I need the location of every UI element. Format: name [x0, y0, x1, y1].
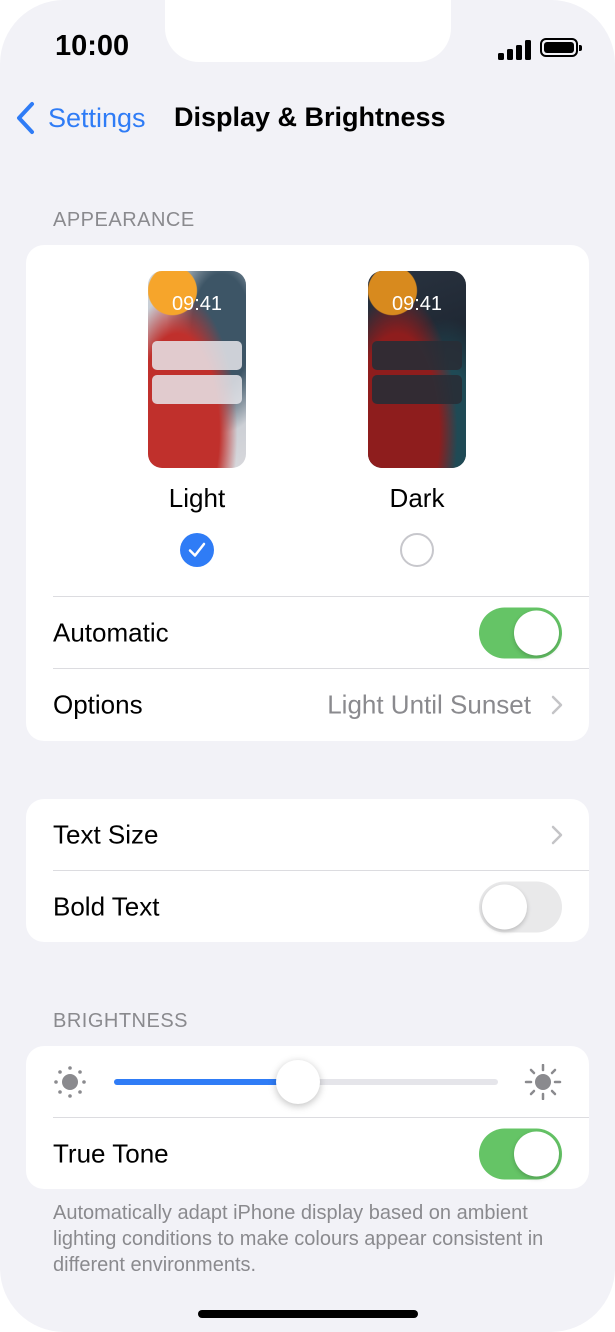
toggle-knob — [482, 884, 527, 930]
chevron-left-icon — [17, 102, 34, 134]
true-tone-row: True Tone — [26, 1118, 589, 1189]
appearance-card: 09:41 Light 09:41 Dark Automatic Options — [26, 245, 589, 741]
chevron-right-icon — [551, 825, 563, 845]
light-preview-clock: 09:41 — [171, 293, 223, 315]
status-time: 10:00 — [55, 30, 130, 62]
light-label: Light — [168, 483, 226, 513]
dark-label: Dark — [389, 483, 445, 513]
toggle-knob — [514, 610, 559, 656]
brightness-slider-row — [26, 1046, 589, 1118]
notch — [165, 0, 451, 62]
bold-text-label: Bold Text — [53, 891, 160, 922]
back-button[interactable]: Settings — [14, 100, 146, 136]
brightness-slider[interactable] — [114, 1060, 498, 1104]
true-tone-label: True Tone — [53, 1138, 169, 1169]
bold-text-row: Bold Text — [26, 871, 589, 942]
sun-large-icon — [524, 1064, 562, 1100]
true-tone-toggle[interactable] — [479, 1128, 562, 1180]
light-preview-notification — [152, 375, 242, 404]
phone-screen: 10:00 Settings Display & Brightness APPE… — [0, 0, 615, 1332]
dark-radio[interactable] — [400, 533, 434, 567]
appearance-header: APPEARANCE — [53, 209, 195, 231]
automatic-toggle[interactable] — [479, 607, 562, 659]
brightness-slider-fill — [114, 1079, 299, 1085]
automatic-row: Automatic — [26, 597, 589, 669]
signal-icon — [498, 40, 532, 60]
battery-icon — [540, 38, 582, 57]
brightness-card: True Tone — [26, 1046, 589, 1189]
checkmark-icon — [188, 542, 206, 557]
options-label: Options — [53, 689, 143, 720]
dark-preview-notification — [372, 375, 462, 404]
light-preview[interactable]: 09:41 — [148, 271, 246, 468]
toggle-knob — [514, 1131, 559, 1177]
bold-text-toggle[interactable] — [479, 881, 562, 933]
automatic-label: Automatic — [53, 617, 169, 648]
options-row[interactable]: Options Light Until Sunset — [26, 669, 589, 741]
brightness-slider-thumb[interactable] — [276, 1060, 321, 1104]
brightness-header: BRIGHTNESS — [53, 1010, 189, 1032]
text-card: Text Size Bold Text — [26, 799, 589, 942]
light-radio[interactable] — [180, 533, 214, 567]
dark-preview-clock: 09:41 — [391, 293, 443, 315]
page-title: Display & Brightness — [174, 102, 446, 132]
chevron-right-icon — [551, 695, 563, 715]
true-tone-description: Automatically adapt iPhone display based… — [53, 1202, 544, 1276]
text-size-label: Text Size — [53, 819, 159, 850]
options-value: Light Until Sunset — [327, 689, 531, 720]
dark-preview[interactable]: 09:41 — [368, 271, 466, 468]
text-size-row[interactable]: Text Size — [26, 799, 589, 871]
back-label: Settings — [48, 102, 146, 133]
sun-small-icon — [54, 1066, 86, 1098]
home-indicator[interactable] — [198, 1310, 418, 1318]
light-preview-notification — [152, 341, 242, 370]
dark-preview-notification — [372, 341, 462, 370]
